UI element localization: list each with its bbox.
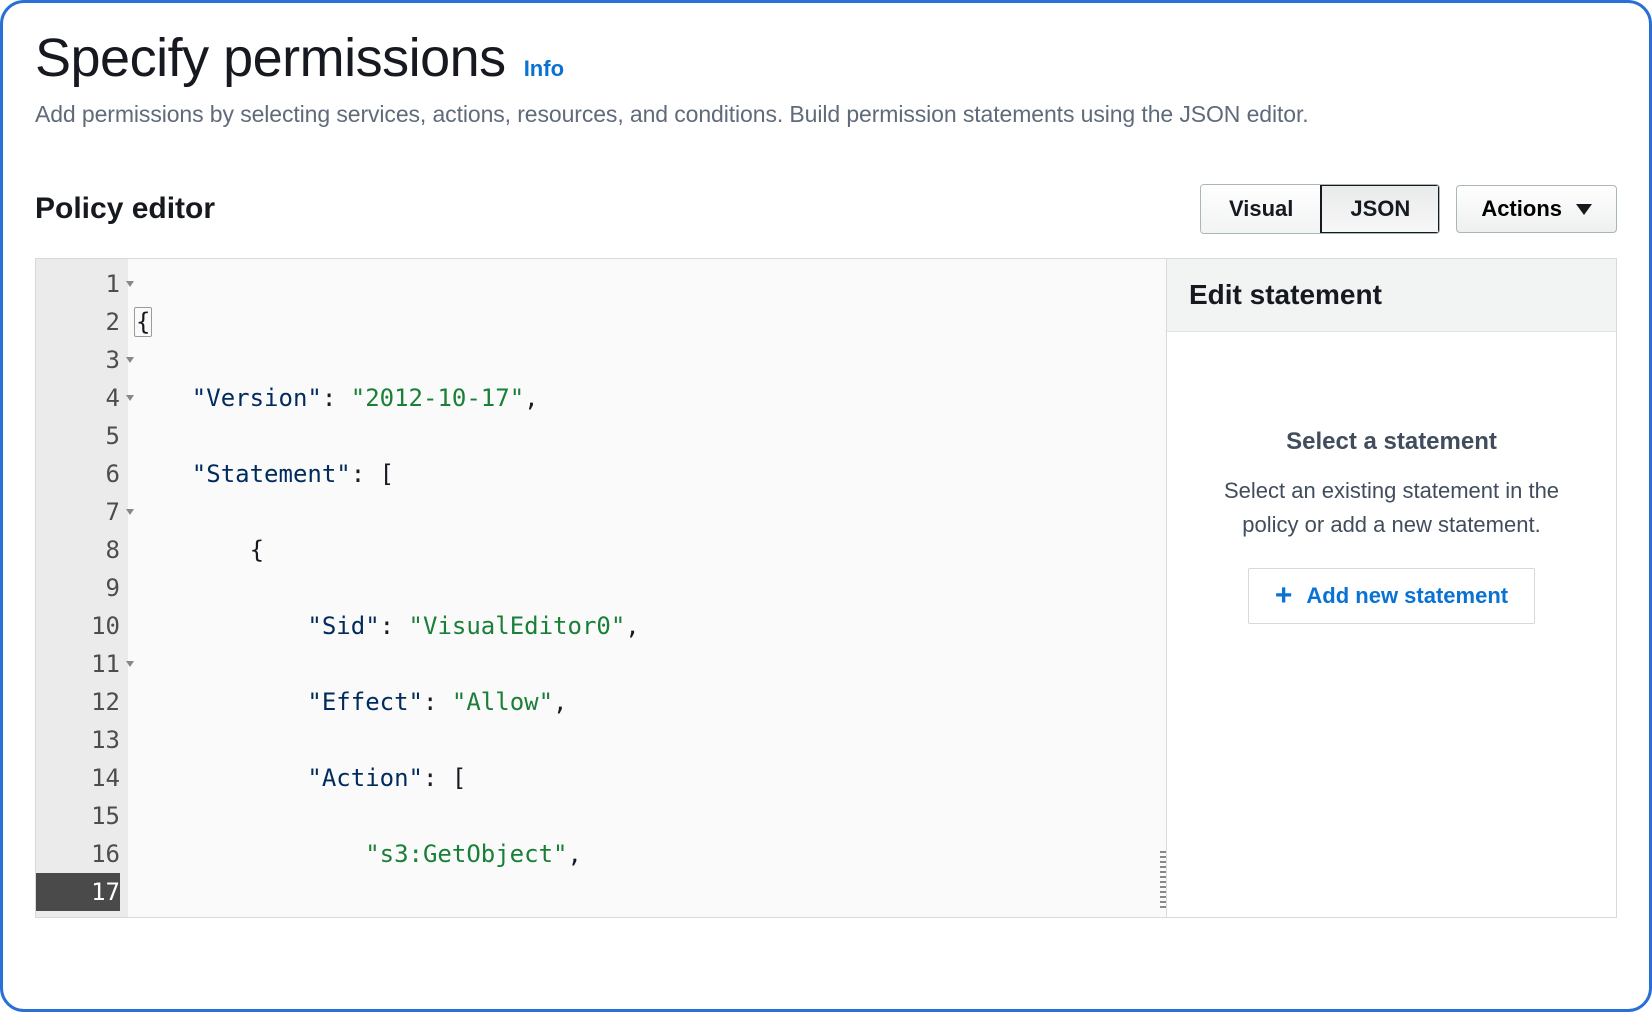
line-number: 5	[36, 417, 120, 455]
page-subtitle: Add permissions by selecting services, a…	[35, 101, 1617, 128]
actions-dropdown-button[interactable]: Actions	[1456, 185, 1617, 233]
line-number: 17	[36, 873, 120, 911]
line-number: 7	[36, 493, 120, 531]
editor-toolbar: Visual JSON Actions	[1200, 184, 1617, 234]
line-number: 2	[36, 303, 120, 341]
line-number: 10	[36, 607, 120, 645]
line-gutter: 1234567891011121314151617	[36, 259, 128, 917]
empty-state-title: Select a statement	[1195, 428, 1588, 456]
fold-toggle-icon[interactable]	[126, 509, 134, 515]
line-number: 16	[36, 835, 120, 873]
empty-state-body: Select an existing statement in the poli…	[1195, 474, 1588, 542]
fold-toggle-icon[interactable]	[126, 357, 134, 363]
line-number: 3	[36, 341, 120, 379]
page-title: Specify permissions	[35, 27, 506, 89]
editor-workspace: 1234567891011121314151617 { "Version": "…	[35, 258, 1617, 918]
line-number: 15	[36, 797, 120, 835]
info-link[interactable]: Info	[524, 56, 564, 82]
line-number: 12	[36, 683, 120, 721]
code-editor[interactable]: 1234567891011121314151617 { "Version": "…	[36, 259, 1166, 917]
actions-label: Actions	[1481, 196, 1562, 222]
code-body[interactable]: { "Version": "2012-10-17", "Statement": …	[128, 259, 1166, 917]
line-number: 4	[36, 379, 120, 417]
line-number: 8	[36, 531, 120, 569]
statement-panel-header: Edit statement	[1167, 259, 1616, 332]
caret-down-icon	[1576, 204, 1592, 215]
view-visual-button[interactable]: Visual	[1201, 185, 1321, 233]
plus-icon: +	[1275, 581, 1293, 611]
line-number: 11	[36, 645, 120, 683]
fold-toggle-icon[interactable]	[126, 281, 134, 287]
fold-toggle-icon[interactable]	[126, 395, 134, 401]
fold-toggle-icon[interactable]	[126, 661, 134, 667]
view-toggle: Visual JSON	[1200, 184, 1440, 234]
line-number: 6	[36, 455, 120, 493]
line-number: 1	[36, 265, 120, 303]
add-statement-button[interactable]: + Add new statement	[1248, 568, 1535, 624]
line-number: 14	[36, 759, 120, 797]
statement-panel: Edit statement Select a statement Select…	[1166, 259, 1616, 917]
editor-title: Policy editor	[35, 192, 215, 226]
line-number: 13	[36, 721, 120, 759]
resize-handle[interactable]	[1160, 851, 1166, 909]
view-json-button[interactable]: JSON	[1320, 184, 1440, 234]
line-number: 9	[36, 569, 120, 607]
add-statement-label: Add new statement	[1306, 583, 1508, 609]
